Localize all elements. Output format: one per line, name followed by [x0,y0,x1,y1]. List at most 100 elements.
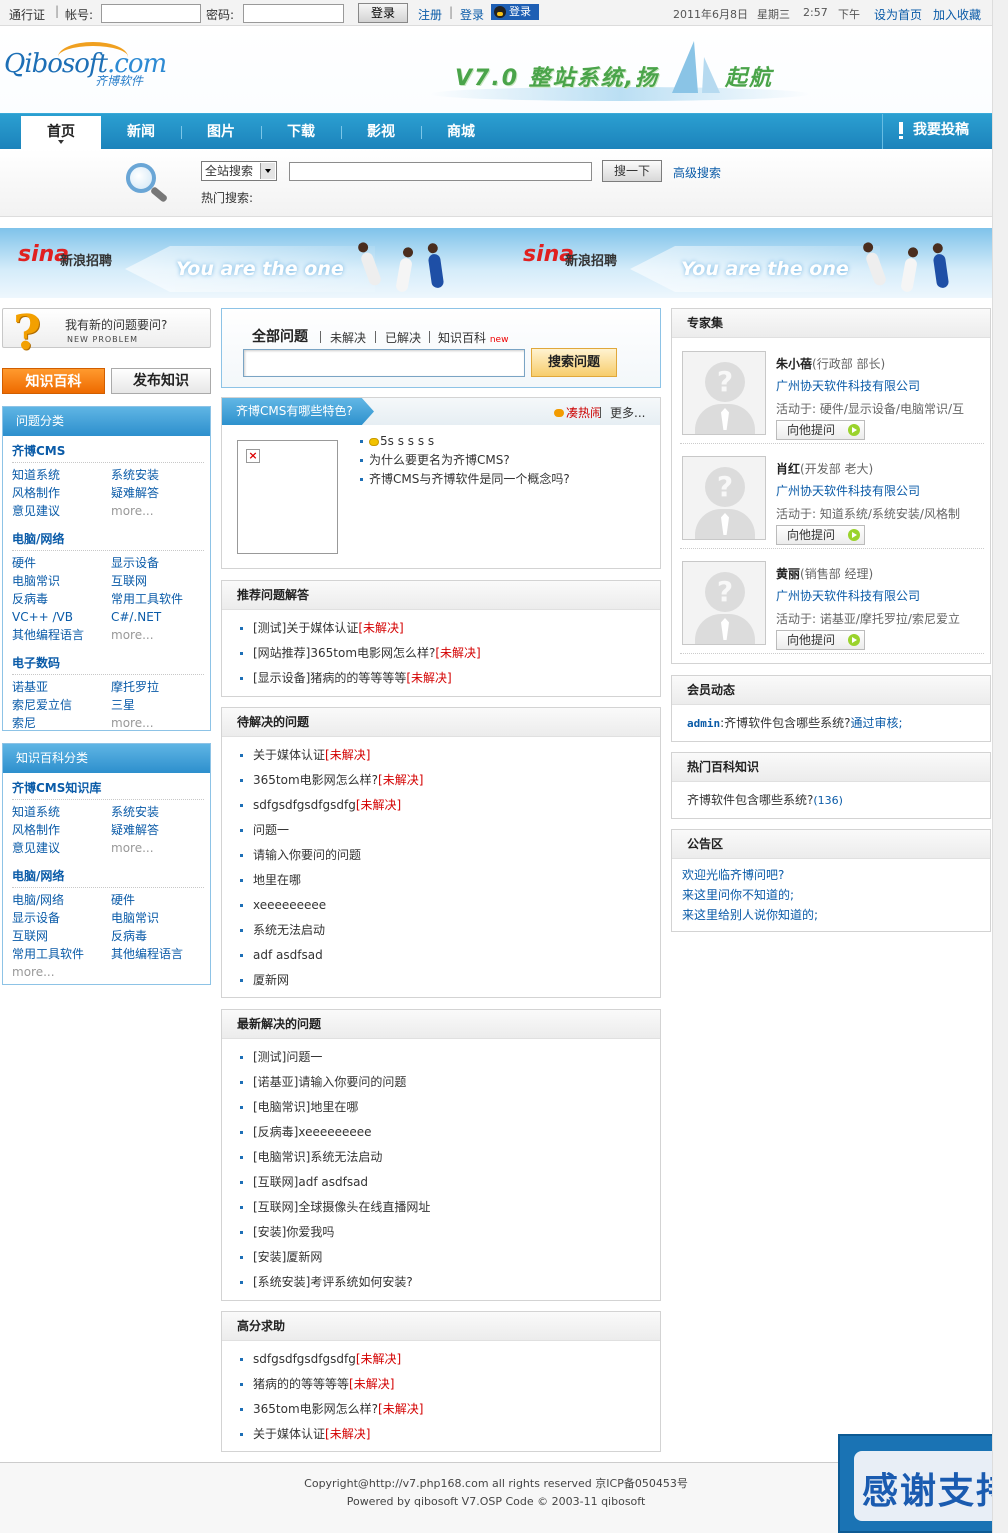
list-item[interactable]: 请输入你要问的问题 [240,843,660,868]
more-link[interactable]: more... [111,502,154,520]
notice-item[interactable]: 欢迎光临齐博问吧? [682,868,784,882]
password-input[interactable] [243,4,344,23]
more-link[interactable]: more... [111,714,154,732]
advanced-search-link[interactable]: 高级搜索 [673,164,721,181]
list-item[interactable]: [系统安装]考评系统如何安装? [240,1270,660,1295]
category-link[interactable]: 电脑/网络 [12,891,64,909]
list-item[interactable]: 猪病的的等等等等[未解决] [240,1372,660,1397]
list-item[interactable]: 365tom电影网怎么样?[未解决] [240,768,660,793]
expert-name[interactable]: 黄丽(销售部 经理) [776,565,873,582]
category-link[interactable]: 硬件 [12,554,36,572]
expert-company[interactable]: 广州协天软件科技有限公司 [776,482,920,499]
category-link[interactable]: 常用工具软件 [12,945,84,963]
list-item[interactable]: 厦新网 [240,968,660,993]
category-link[interactable]: 电脑常识 [111,909,159,927]
list-item[interactable]: [网站推荐]365tom电影网怎么样?[未解决] [240,641,660,666]
category-link[interactable]: 互联网 [111,572,147,590]
category-title[interactable]: 电脑/网络 [3,524,210,550]
nav-photos[interactable]: 图片 [181,114,261,150]
list-item[interactable]: [互联网]全球摄像头在线直播网址 [240,1195,660,1220]
more-link[interactable]: more... [111,839,154,857]
nav-home[interactable]: 首页 [21,116,101,150]
ask-expert-button[interactable]: 向他提问 [776,420,865,440]
nav-download[interactable]: 下载 [261,114,341,150]
category-link[interactable]: 疑难解答 [111,821,159,839]
more-link[interactable]: 更多... [610,404,645,421]
list-item[interactable]: [安装]你爱我吗 [240,1220,660,1245]
list-item[interactable]: [互联网]adf asdfsad [240,1170,660,1195]
list-item[interactable]: 系统无法启动 [240,918,660,943]
thanks-badge[interactable]: 感谢支持 [838,1434,1008,1533]
activity-link[interactable]: 通过审核; [851,716,903,730]
category-link[interactable]: 电脑常识 [12,572,60,590]
category-title[interactable]: 电子数码 [3,648,210,674]
bookmark-link[interactable]: 加入收藏 [933,6,981,23]
list-item[interactable]: 关于媒体认证[未解决] [240,743,660,768]
list-item[interactable]: 问题一 [240,818,660,843]
ask-expert-button[interactable]: 向他提问 [776,630,865,650]
category-link[interactable]: 三星 [111,696,135,714]
list-item[interactable]: [测试]关于媒体认证[未解决] [240,616,660,641]
featured-title[interactable]: 齐博CMS有哪些特色? [222,398,374,425]
list-item[interactable]: sdfgsdfgsdfgsdfg[未解决] [240,1347,660,1372]
list-item[interactable]: [安装]厦新网 [240,1245,660,1270]
ask-expert-button[interactable]: 向他提问 [776,525,865,545]
tab-wiki[interactable]: 知识百科 new [438,329,508,346]
list-item[interactable]: [显示设备]猪病的的等等等等[未解决] [240,666,660,691]
nav-news[interactable]: 新闻 [101,114,181,150]
list-item[interactable]: [诺基亚]请输入你要问的问题 [240,1070,660,1095]
avatar[interactable]: ? [682,351,766,435]
list-item[interactable]: [电脑常识]系统无法启动 [240,1145,660,1170]
category-link[interactable]: 常用工具软件 [111,590,183,608]
list-item[interactable]: [电脑常识]地里在哪 [240,1095,660,1120]
category-link[interactable]: 系统安装 [111,803,159,821]
category-link[interactable]: 疑难解答 [111,484,159,502]
notice-item[interactable]: 来这里给别人说你知道的; [682,908,818,922]
search-input[interactable] [289,162,592,181]
tab-solved[interactable]: 已解决 [385,329,421,346]
category-link[interactable]: 其他编程语言 [12,626,84,644]
avatar[interactable]: ? [682,561,766,645]
list-item[interactable]: [测试]问题一 [240,1045,660,1070]
account-input[interactable] [101,4,201,23]
expert-name[interactable]: 肖红(开发部 老大) [776,460,873,477]
contribute-button[interactable]: 我要投稿 [882,114,992,150]
list-item[interactable]: 地里在哪 [240,868,660,893]
set-home-link[interactable]: 设为首页 [874,6,922,23]
category-link[interactable]: 系统安装 [111,466,159,484]
category-link[interactable]: 风格制作 [12,484,60,502]
search-button[interactable]: 搜一下 [602,160,662,182]
ask-question-button[interactable]: ? 我有新的问题要问? NEW PROBLEM [2,307,211,359]
list-item[interactable]: 齐博CMS与齐博软件是同一个概念吗? [360,470,570,489]
nav-shop[interactable]: 商城 [421,114,501,150]
list-item[interactable]: 365tom电影网怎么样?[未解决] [240,1397,660,1422]
list-item[interactable]: xeeeeeeeee [240,893,660,918]
hot-link[interactable]: 凑热闹 [554,404,602,421]
question-search-input[interactable] [243,349,525,377]
category-link[interactable]: 显示设备 [12,909,60,927]
tab-all-questions[interactable]: 全部问题 [252,326,308,346]
category-link[interactable]: 反病毒 [12,590,48,608]
ad-banner[interactable]: sina 新浪招聘 You are the one sina 新浪招聘 You … [0,228,992,298]
expert-company[interactable]: 广州协天软件科技有限公司 [776,377,920,394]
list-item[interactable]: 为什么要更名为齐博CMS? [360,451,570,470]
list-item[interactable]: adf asdfsad [240,943,660,968]
category-link[interactable]: 意见建议 [12,502,60,520]
category-title[interactable]: 电脑/网络 [3,861,210,887]
category-link[interactable]: 知道系统 [12,803,60,821]
login-link[interactable]: 登录 [460,6,484,23]
category-link[interactable]: 显示设备 [111,554,159,572]
more-link[interactable]: more... [111,626,154,644]
hot-wiki-item[interactable]: 齐博软件包含哪些系统?(136) [672,782,990,808]
list-item[interactable]: sdfgsdfgsdfgsdfg[未解决] [240,793,660,818]
login-button[interactable]: 登录 [358,3,408,23]
tab-unsolved[interactable]: 未解决 [330,329,366,346]
category-link[interactable]: 风格制作 [12,821,60,839]
more-link[interactable]: more... [12,963,55,981]
category-link[interactable]: 索尼 [12,714,36,732]
register-link[interactable]: 注册 [418,6,442,23]
category-link[interactable]: 硬件 [111,891,135,909]
activity-user[interactable]: admin [687,717,720,730]
list-item[interactable]: 关于媒体认证[未解决] [240,1422,660,1447]
category-title[interactable]: 齐博CMS [3,436,210,462]
